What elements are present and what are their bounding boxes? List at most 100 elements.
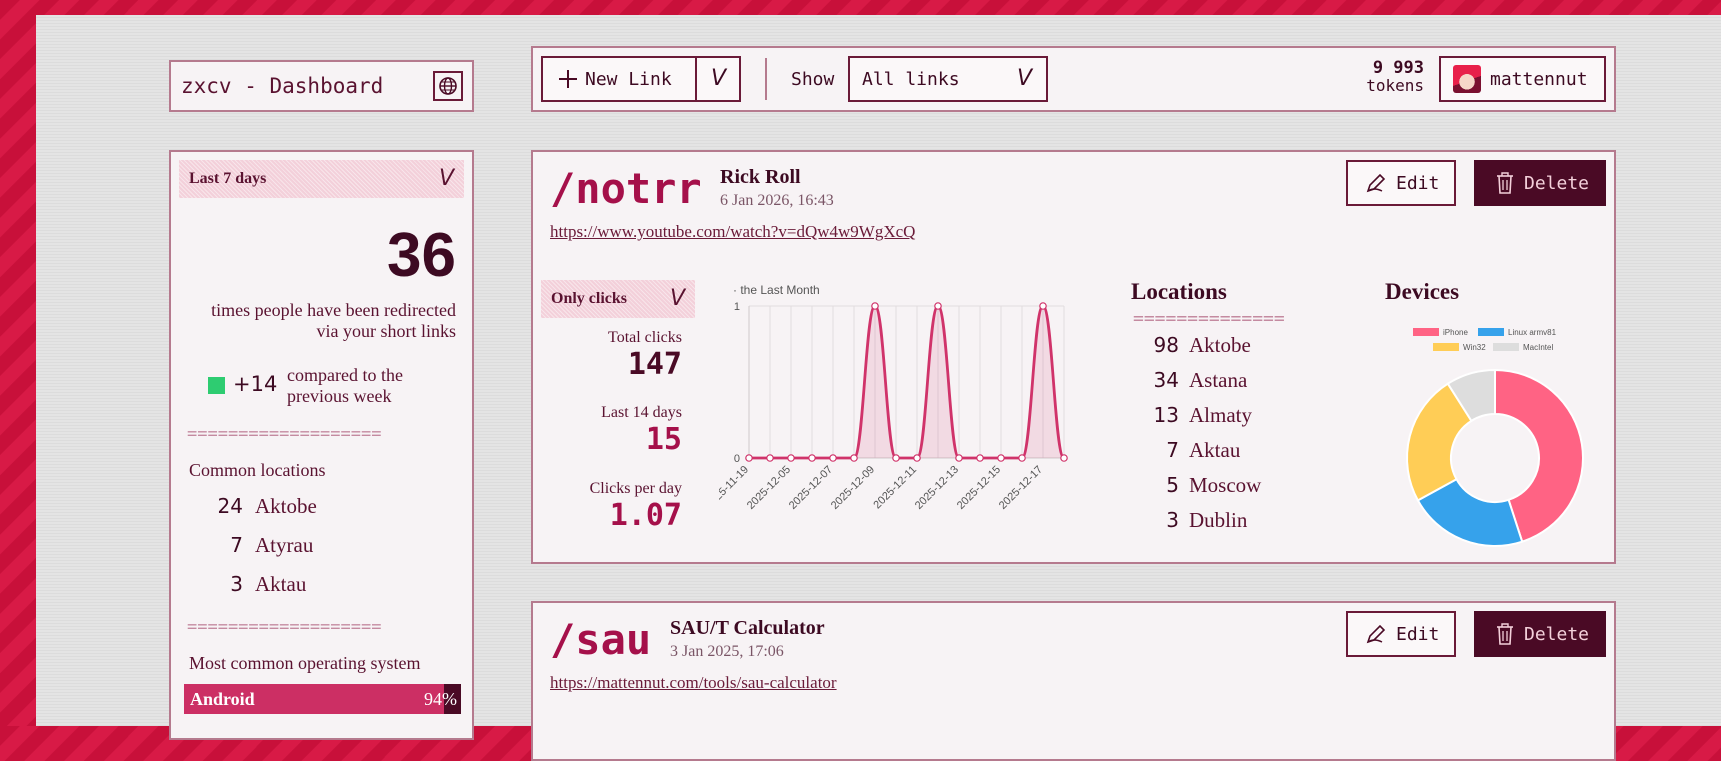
legend-swatch — [1433, 343, 1459, 351]
list-item: 34 Astana — [1137, 368, 1347, 403]
trash-icon — [1497, 172, 1513, 194]
tokens-count: 9 993 — [1372, 58, 1424, 78]
os-title: Most common operating system — [189, 653, 421, 673]
plus-icon — [559, 70, 577, 88]
dashboard-title: zxcv - Dashboard — [181, 74, 384, 98]
stats-filter-select[interactable]: Only clicks V — [541, 280, 695, 318]
data-point — [913, 454, 921, 462]
clicks-line-chart: · the Last Month012025-11-192025-12-0520… — [719, 283, 1068, 512]
location-count: 3 — [1166, 508, 1179, 532]
data-point — [871, 302, 879, 310]
chevron-down-icon[interactable]: V — [711, 66, 726, 91]
link-url[interactable]: https://www.youtube.com/watch?v=dQw4w9Wg… — [550, 222, 915, 242]
link-title: Rick Roll — [720, 166, 801, 188]
delta-caption: compared to the previous week — [287, 365, 403, 406]
os-name: Android — [190, 689, 255, 709]
location-name: Aktau — [1189, 438, 1241, 462]
last14-value: 15 — [645, 422, 682, 457]
data-point — [1039, 302, 1047, 310]
data-point — [787, 454, 795, 462]
data-point — [976, 454, 984, 462]
legend-label: MacIntel — [1523, 343, 1553, 352]
globe-icon[interactable] — [433, 71, 463, 101]
data-point — [766, 454, 774, 462]
data-point — [955, 454, 963, 462]
chevron-down-icon: V — [669, 286, 685, 311]
redirect-caption: times people have been redirected via yo… — [211, 300, 456, 341]
location-list: 24 Aktobe 7 Atyrau 3 Aktau — [201, 494, 461, 611]
location-count: 13 — [1153, 403, 1179, 427]
os-pct: 94% — [424, 689, 457, 709]
chart-title: · the Last Month — [733, 283, 820, 297]
location-name: Moscow — [1189, 473, 1262, 497]
link-url[interactable]: https://mattennut.com/tools/sau-calculat… — [550, 673, 837, 693]
data-point — [829, 454, 837, 462]
locations-title: Locations — [1131, 279, 1227, 304]
location-name: Atyrau — [255, 533, 314, 557]
top-toolbar: New Link V Show All links V 9 993 tokens… — [531, 46, 1616, 112]
location-name: Aktobe — [1189, 333, 1251, 357]
os-bar: Android 94% — [184, 684, 461, 714]
data-point — [997, 454, 1005, 462]
location-count: 7 — [1166, 438, 1179, 462]
list-item: 5 Moscow — [1137, 473, 1347, 508]
link-date: 6 Jan 2026, 16:43 — [720, 192, 834, 209]
delta-indicator — [208, 377, 225, 394]
series-line — [748, 304, 1066, 460]
new-link-label: New Link — [585, 68, 672, 90]
link-card: /notrr Rick Roll 6 Jan 2026, 16:43 https… — [531, 150, 1616, 564]
period-select[interactable]: Last 7 days V — [179, 160, 464, 198]
legend-label: Linux armv81 — [1508, 328, 1557, 337]
legend-label: Win32 — [1463, 343, 1486, 352]
data-point — [850, 454, 858, 462]
legend-label: iPhone — [1443, 328, 1468, 337]
y-tick-label: 0 — [734, 453, 740, 465]
delete-button[interactable]: Delete — [1474, 611, 1606, 657]
delete-label: Delete — [1524, 172, 1590, 194]
sidebar-stats-panel: Last 7 days V 36 times people have been … — [169, 150, 474, 740]
username: mattennut — [1490, 68, 1588, 90]
location-name: Almaty — [1189, 403, 1252, 427]
x-tick-label: 2025-12-09 — [829, 464, 877, 512]
locations-divider: ============== — [1133, 308, 1285, 329]
link-title: SAU/T Calculator — [670, 617, 825, 639]
location-count: 5 — [1166, 473, 1179, 497]
devices-donut-chart: iPhone Linux armv81 Win32 MacIntel — [1406, 328, 1584, 547]
list-item: 13 Almaty — [1137, 403, 1347, 438]
y-tick-label: 1 — [734, 301, 740, 313]
devices-title: Devices — [1385, 279, 1460, 304]
delta-value: +14 — [233, 372, 278, 396]
edit-button[interactable]: Edit — [1346, 160, 1456, 206]
x-tick-label: 2025-12-07 — [787, 464, 835, 512]
chevron-down-icon: V — [438, 166, 454, 191]
divider: =================== — [187, 424, 382, 444]
links-filter-select[interactable]: All links V — [848, 56, 1048, 102]
delete-button[interactable]: Delete — [1474, 160, 1606, 206]
edit-button[interactable]: Edit — [1346, 611, 1456, 657]
list-item: 7 Atyrau — [201, 533, 461, 572]
list-item: 3 Aktau — [201, 572, 461, 611]
edit-label: Edit — [1396, 172, 1440, 194]
series-area — [749, 306, 1064, 458]
link-slug[interactable]: /sau — [550, 615, 651, 664]
total-clicks-label: Total clicks — [608, 329, 682, 346]
split-divider — [695, 56, 697, 102]
divider: =================== — [187, 617, 382, 637]
location-count: 34 — [1153, 368, 1179, 392]
user-menu-button[interactable]: mattennut — [1439, 56, 1606, 102]
links-filter-value: All links — [862, 68, 960, 90]
trash-icon — [1497, 623, 1513, 645]
tokens-label: tokens — [1366, 76, 1424, 95]
location-name: Aktobe — [255, 494, 317, 518]
data-point — [745, 454, 753, 462]
period-select-value: Last 7 days — [189, 170, 267, 187]
new-link-button[interactable]: New Link V — [541, 56, 741, 102]
show-label: Show — [791, 69, 835, 90]
legend-swatch — [1478, 328, 1504, 336]
list-item: 3 Dublin — [1137, 508, 1347, 543]
x-tick-label: 2025-12-05 — [745, 464, 793, 512]
common-locations-title: Common locations — [189, 460, 326, 480]
link-slug[interactable]: /notrr — [550, 164, 702, 213]
location-count: 24 — [217, 494, 243, 518]
chevron-down-icon: V — [1016, 66, 1032, 91]
